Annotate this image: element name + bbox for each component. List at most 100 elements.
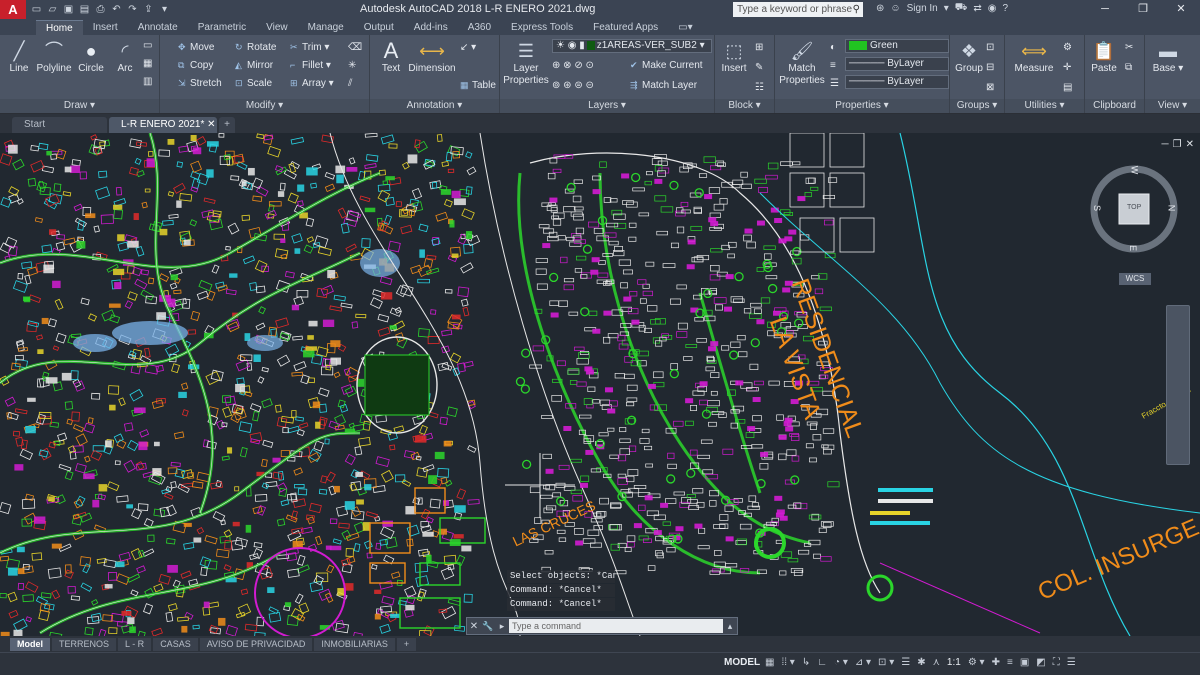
- tab-current-drawing[interactable]: L-R ENERO 2021* ✕: [109, 117, 217, 133]
- print-icon[interactable]: ⎙: [94, 4, 107, 16]
- viewcube-west-label[interactable]: W: [1129, 166, 1139, 175]
- help-icon[interactable]: ?: [1003, 3, 1009, 14]
- color-dropdown[interactable]: Green: [845, 39, 949, 53]
- maximize-icon[interactable]: ❐: [1124, 0, 1162, 19]
- base-button[interactable]: ▬ Base ▾: [1151, 39, 1185, 75]
- tab-insert[interactable]: Insert: [83, 20, 128, 35]
- arc-button[interactable]: ◜ Arc: [108, 39, 142, 75]
- view-panel-label[interactable]: View ▾: [1145, 99, 1200, 113]
- annotation-scale-icon[interactable]: ⋏: [933, 657, 940, 668]
- new-layout-button[interactable]: +: [396, 637, 417, 651]
- tab-featured-apps[interactable]: Featured Apps: [583, 20, 668, 35]
- ribbon-toggle-icon[interactable]: ▭▾: [668, 20, 702, 35]
- text-button[interactable]: A Text: [374, 39, 408, 75]
- block-panel-label[interactable]: Block ▾: [715, 99, 774, 113]
- properties-panel-label[interactable]: Properties ▾: [775, 99, 949, 113]
- hardware-acceleration-icon[interactable]: ◩: [1036, 657, 1045, 668]
- match-layer-button[interactable]: ⇶ Match Layer: [630, 79, 697, 92]
- command-input[interactable]: Type a command: [509, 619, 723, 633]
- annotation-monitor-icon[interactable]: ✚: [992, 657, 1000, 668]
- workspace-icon[interactable]: ▾: [158, 4, 171, 16]
- viewport-restore-icon[interactable]: ❐: [1173, 139, 1182, 150]
- layers-panel-label[interactable]: Layers ▾: [500, 99, 714, 113]
- tab-model[interactable]: Model: [10, 637, 50, 651]
- close-icon[interactable]: ✕: [207, 119, 215, 130]
- calculator-icon[interactable]: ▤: [1063, 81, 1072, 94]
- polyline-button[interactable]: ⌒ Polyline: [34, 39, 74, 75]
- tab-manage[interactable]: Manage: [298, 20, 354, 35]
- tab-inmobiliarias[interactable]: INMOBILIARIAS: [314, 637, 395, 651]
- group-select-icon[interactable]: ⊠: [986, 81, 994, 94]
- sign-in-link[interactable]: Sign In: [907, 3, 938, 14]
- isolate-objects-icon[interactable]: ▣: [1020, 657, 1029, 668]
- rotate-button[interactable]: ↻ Rotate: [235, 41, 276, 54]
- paste-button[interactable]: 📋 Paste: [1087, 39, 1121, 75]
- stretch-button[interactable]: ⇲ Stretch: [178, 77, 222, 90]
- clipboard-panel-label[interactable]: Clipboard: [1085, 99, 1144, 113]
- insert-button[interactable]: ⬚ Insert: [717, 39, 751, 75]
- explode-icon[interactable]: ✳: [348, 59, 356, 72]
- minimize-icon[interactable]: ─: [1086, 0, 1124, 19]
- cut-icon[interactable]: ✂: [1125, 41, 1133, 54]
- make-current-button[interactable]: ✔ Make Current: [630, 59, 703, 72]
- viewcube-top-label[interactable]: TOP: [1127, 204, 1141, 211]
- trim-button[interactable]: ✂ Trim ▾: [290, 41, 329, 54]
- rectangle-icon[interactable]: ▭: [143, 39, 152, 52]
- viewcube-north-label[interactable]: N: [1166, 205, 1176, 212]
- isodraft-icon[interactable]: ⊿ ▾: [855, 657, 871, 668]
- viewport-close-icon[interactable]: ✕: [1186, 139, 1194, 150]
- customization-icon[interactable]: ☰: [1067, 657, 1076, 668]
- erase-icon[interactable]: ⌫: [348, 41, 362, 54]
- layer-tools-icon[interactable]: ⊕ ⊗ ⊘ ⊙: [552, 59, 594, 72]
- grid-icon[interactable]: ▦: [765, 657, 774, 668]
- viewport-minimize-icon[interactable]: ─: [1162, 139, 1169, 150]
- viewcube[interactable]: TOP W S E N: [1088, 163, 1180, 255]
- array-button[interactable]: ⊞ Array ▾: [290, 77, 334, 90]
- leader-icon[interactable]: ↙ ▾: [460, 41, 476, 54]
- draw-panel-label[interactable]: Draw ▾: [0, 99, 159, 113]
- units-icon[interactable]: ≡: [1007, 657, 1013, 668]
- tab-a360[interactable]: A360: [458, 20, 501, 35]
- new-file-icon[interactable]: ▭: [30, 4, 43, 16]
- groups-panel-label[interactable]: Groups ▾: [950, 99, 1004, 113]
- redo-icon[interactable]: ↷: [126, 4, 139, 16]
- chevron-down-icon[interactable]: ▾: [944, 3, 949, 14]
- layer-isolate-icon[interactable]: ⊚ ⊛ ⊜ ⊝: [552, 79, 594, 92]
- workspace-settings-icon[interactable]: ⚙ ▾: [968, 657, 985, 668]
- binoculars-icon[interactable]: ⊛: [876, 3, 884, 14]
- new-tab-button[interactable]: +: [219, 117, 235, 133]
- gradient-icon[interactable]: ▥: [143, 75, 152, 88]
- tab-l-r[interactable]: L - R: [118, 637, 152, 651]
- measure-button[interactable]: ⟺ Measure: [1011, 39, 1057, 75]
- save-as-icon[interactable]: ▤: [78, 4, 91, 16]
- viewcube-south-label[interactable]: S: [1092, 205, 1102, 211]
- tab-express-tools[interactable]: Express Tools: [501, 20, 583, 35]
- open-file-icon[interactable]: ▱: [46, 4, 59, 16]
- tab-output[interactable]: Output: [354, 20, 404, 35]
- mirror-button[interactable]: ◭ Mirror: [235, 59, 273, 72]
- create-block-icon[interactable]: ⊞: [755, 41, 763, 54]
- block-attributes-icon[interactable]: ☷: [755, 81, 764, 94]
- exchange-icon[interactable]: ⇄: [973, 3, 981, 14]
- search-icon[interactable]: ⚲: [853, 2, 860, 17]
- offset-icon[interactable]: ⫽: [348, 77, 352, 90]
- autocad-logo-button[interactable]: A: [0, 0, 26, 19]
- tab-casas[interactable]: CASAS: [153, 637, 198, 651]
- edit-block-icon[interactable]: ✎: [755, 61, 763, 74]
- utilities-panel-label[interactable]: Utilities ▾: [1005, 99, 1084, 113]
- id-point-icon[interactable]: ✛: [1063, 61, 1071, 74]
- tab-annotate[interactable]: Annotate: [128, 20, 188, 35]
- annotation-panel-label[interactable]: Annotation ▾: [370, 99, 499, 113]
- tab-start[interactable]: Start: [12, 117, 107, 133]
- save-icon[interactable]: ▣: [62, 4, 75, 16]
- snap-icon[interactable]: ⁞⁞ ▾: [781, 657, 794, 668]
- linetype-dropdown[interactable]: ───── ByLayer: [845, 57, 949, 71]
- a360-icon[interactable]: ◉: [988, 3, 997, 14]
- move-button[interactable]: ✥ Move: [178, 41, 214, 54]
- hatch-icon[interactable]: ▦: [143, 57, 152, 70]
- copy-button[interactable]: ⧉ Copy: [178, 59, 213, 72]
- object-snap-icon[interactable]: ⊡ ▾: [878, 657, 894, 668]
- fillet-button[interactable]: ⌐ Fillet ▾: [290, 59, 331, 72]
- annotation-visibility-icon[interactable]: ✱: [917, 657, 925, 668]
- tab-home[interactable]: Home: [36, 20, 83, 35]
